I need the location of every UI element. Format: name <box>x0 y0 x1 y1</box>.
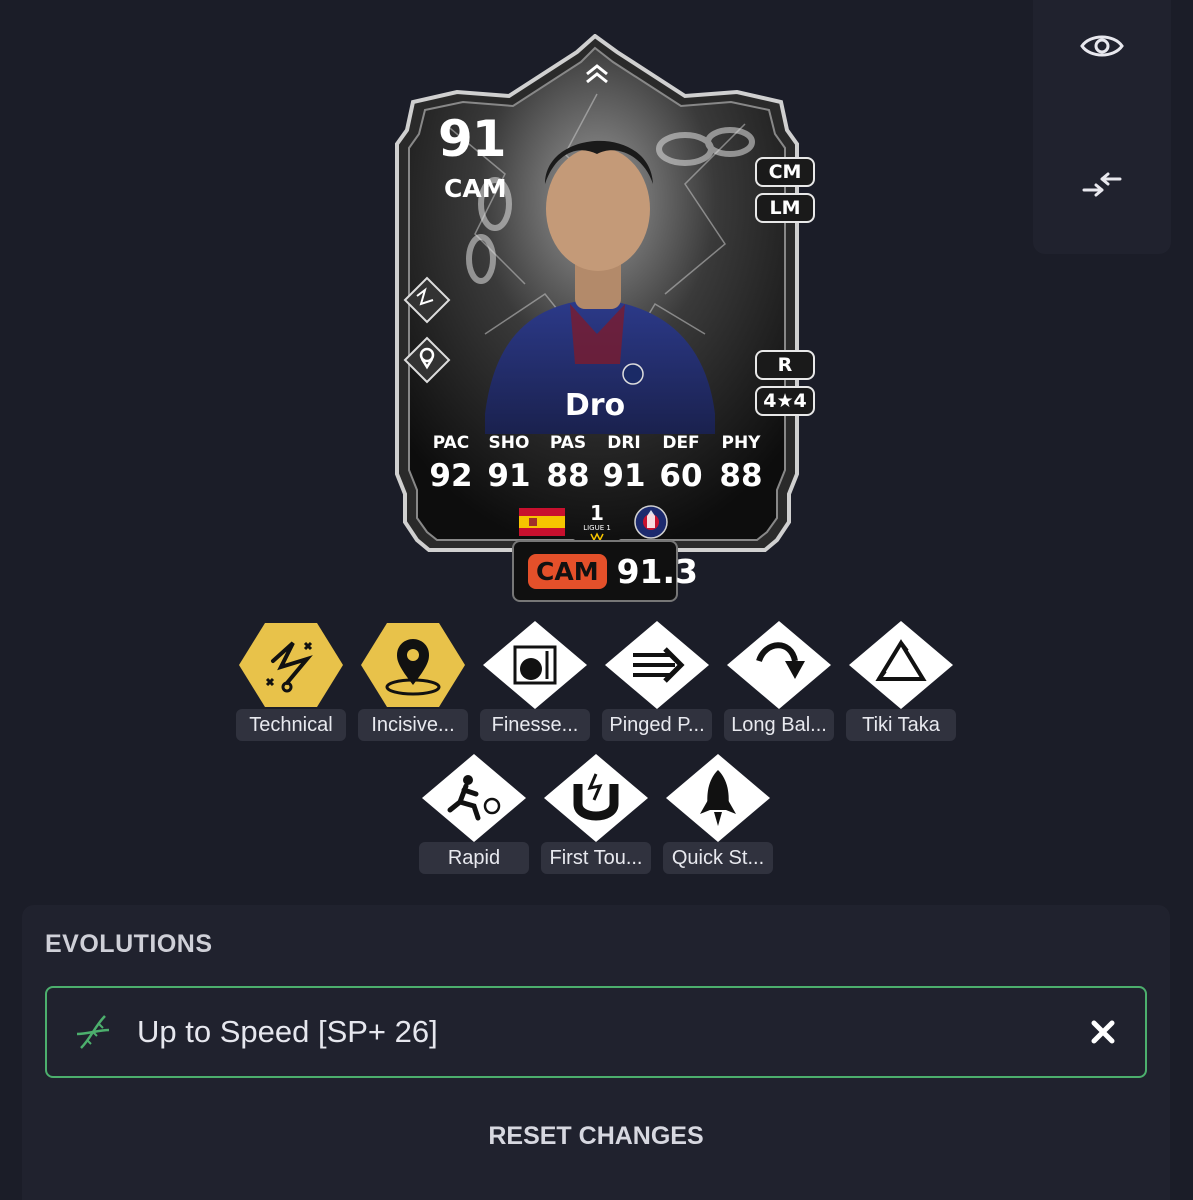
playstyle-label: Tiki Taka <box>846 709 956 741</box>
primary-position: CAM <box>444 174 507 203</box>
playstyle-first-touch[interactable]: First Tou... <box>541 754 651 874</box>
overall-rating: 91 <box>438 110 507 168</box>
player-name: Dro <box>564 388 626 423</box>
playstyle-finesse-shot[interactable]: Finesse... <box>480 621 590 741</box>
alt-position-pill: CM <box>755 157 815 187</box>
pinged-pass-icon <box>605 621 709 709</box>
playstyle-label: Incisive... <box>358 709 468 741</box>
long-ball-icon <box>727 621 831 709</box>
toggle-visibility-button[interactable] <box>1072 16 1132 76</box>
alt-position-pill: LM <box>755 193 815 223</box>
meta-rating-box: CAM 91.3 <box>512 540 698 602</box>
stat-def: DEF 60 <box>653 430 709 496</box>
magnet-icon <box>544 754 648 842</box>
playstyle-long-ball-pass[interactable]: Long Bal... <box>724 621 834 741</box>
playstyle-label: First Tou... <box>541 842 651 874</box>
finesse-shot-icon <box>483 621 587 709</box>
meta-position: CAM <box>528 553 607 589</box>
stat-label: SHO <box>488 433 530 453</box>
playstyle-technical[interactable]: Technical <box>236 621 346 741</box>
rocket-icon <box>666 754 770 842</box>
meta-value: 91.3 <box>616 551 698 591</box>
tiki-taka-icon <box>849 621 953 709</box>
stat-label: PHY <box>721 433 761 453</box>
dna-icon <box>76 1015 110 1049</box>
playstyle-label: Rapid <box>419 842 529 874</box>
playstyle-incisive-pass[interactable]: Incisive... <box>358 621 468 741</box>
stat-dri: DRI 91 <box>596 430 652 496</box>
playstyle-quick-step[interactable]: Quick St... <box>663 754 773 874</box>
playstyle-pinged-pass[interactable]: Pinged P... <box>602 621 712 741</box>
playstyle-rapid[interactable]: Rapid <box>419 754 529 874</box>
stat-sho: SHO 91 <box>481 430 537 496</box>
skill-weakfoot-pill: 4★4 <box>755 386 815 416</box>
stat-label: DEF <box>662 433 700 453</box>
playstyle-label: Pinged P... <box>602 709 712 741</box>
location-pin-icon <box>361 623 465 707</box>
playstyle-label: Quick St... <box>663 842 773 874</box>
technical-icon <box>239 623 343 707</box>
stat-label: DRI <box>607 433 641 453</box>
remove-evolution-button[interactable] <box>1085 1014 1121 1050</box>
stat-value: 91 <box>602 458 646 494</box>
reset-changes-button[interactable]: RESET CHANGES <box>420 1122 772 1162</box>
stat-label: PAS <box>549 433 587 453</box>
stat-pas: PAS 88 <box>540 430 596 496</box>
playstyle-label: Long Bal... <box>724 709 834 741</box>
stat-value: 91 <box>487 458 531 494</box>
evolution-name: Up to Speed [SP+ 26] <box>137 1014 438 1049</box>
stat-value: 88 <box>719 458 763 494</box>
preferred-foot-pill: R <box>755 350 815 380</box>
stat-label: PAC <box>432 433 470 453</box>
psg-crest-icon <box>634 505 668 539</box>
stat-value: 88 <box>546 458 590 494</box>
stat-value: 60 <box>659 458 703 494</box>
stat-pac: PAC 92 <box>423 430 479 496</box>
compare-arrows-icon <box>1082 172 1122 197</box>
stat-value: 92 <box>429 458 473 494</box>
compare-button[interactable] <box>1072 155 1132 215</box>
evolution-item[interactable]: Up to Speed [SP+ 26] <box>45 986 1147 1078</box>
stat-phy: PHY 88 <box>713 430 769 496</box>
eye-icon <box>1080 35 1124 57</box>
close-icon <box>1091 1020 1115 1044</box>
svg-text:LIGUE 1: LIGUE 1 <box>583 524 611 532</box>
svg-text:1: 1 <box>590 501 604 525</box>
rapid-icon <box>422 754 526 842</box>
playstyle-label: Technical <box>236 709 346 741</box>
evolutions-title: EVOLUTIONS <box>45 930 213 958</box>
view-controls-panel <box>1033 0 1171 254</box>
playstyle-label: Finesse... <box>480 709 590 741</box>
spain-flag-icon <box>519 508 565 536</box>
playstyle-tiki-taka[interactable]: Tiki Taka <box>846 621 956 741</box>
